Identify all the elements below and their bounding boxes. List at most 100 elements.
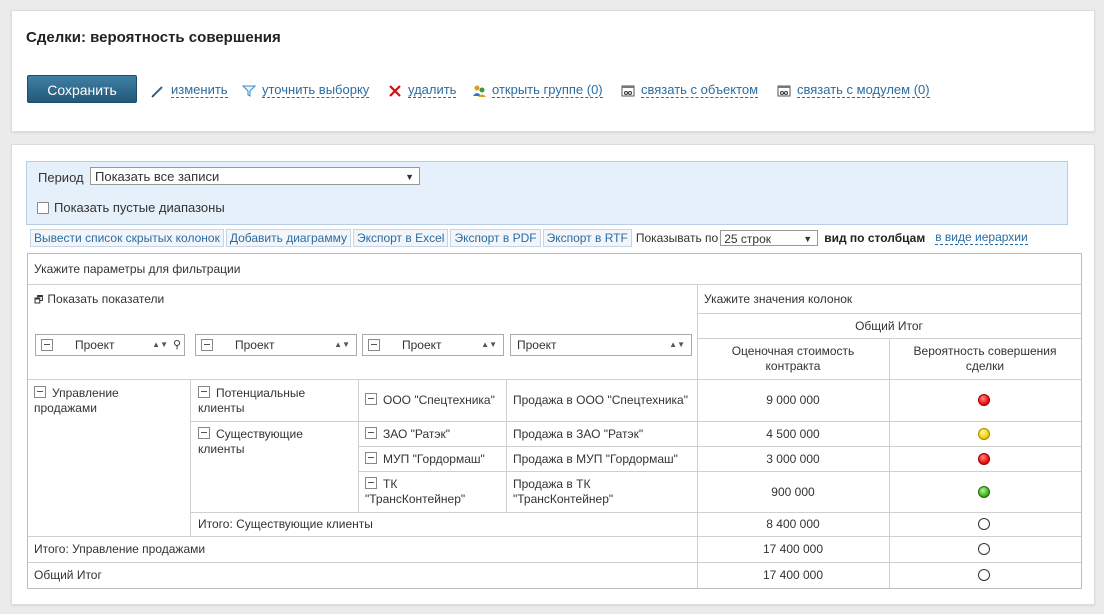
show-indicators-link[interactable]: 🗗 Показать показатели <box>34 292 164 308</box>
page-title: Сделки: вероятность совершения <box>26 29 281 46</box>
dimension-header-label: Проект <box>235 338 275 352</box>
collapse-icon[interactable] <box>365 477 377 489</box>
refine-selection-link[interactable]: уточнить выборку <box>242 82 370 98</box>
pencil-icon <box>151 85 163 98</box>
export-rtf-button[interactable]: Экспорт в RTF <box>542 229 632 247</box>
rows-per-page-select[interactable]: 25 строк ▼ <box>720 230 819 246</box>
org-label: ООО "Спецтехника" <box>383 393 495 407</box>
show-indicators-label: Показать показатели <box>47 292 165 306</box>
status-empty-icon <box>978 543 990 555</box>
show-empty-ranges-checkbox[interactable]: Показать пустые диапазоны <box>37 200 225 215</box>
indicators-icon: 🗗 <box>34 295 44 306</box>
column-values-hint: Укажите значения колонок <box>704 292 853 306</box>
users-icon <box>473 85 486 97</box>
report-panel: Период Показать все записи ▼ Показать пу… <box>11 144 1095 605</box>
column-header-probability: Вероятность совершения сделки <box>913 344 1057 373</box>
delete-label: удалить <box>408 82 457 98</box>
subtotal-existing-label: Итого: Существующие клиенты <box>198 517 373 531</box>
org-label: ЗАО "Ратэк" <box>383 427 451 441</box>
sort-icon[interactable]: ▲▼ <box>481 335 497 355</box>
subtotal-existing-cost: 8 400 000 <box>766 517 820 531</box>
edit-link[interactable]: изменить <box>151 83 228 98</box>
subtotal-sales-label: Итого: Управление продажами <box>34 542 206 556</box>
table-row-deal: Продажа в МУП "Гордормаш" <box>513 452 678 466</box>
open-group-label: открыть группе (0) <box>492 82 603 98</box>
dimension-header-project-2[interactable]: Проект ▲▼ <box>195 334 357 356</box>
sort-icon[interactable]: ▲▼ <box>152 335 168 355</box>
dimension-header-label: Проект <box>517 338 557 352</box>
table-row-org[interactable]: ООО "Спецтехника" <box>365 393 505 408</box>
edit-link-label: изменить <box>171 82 228 98</box>
filter-hint: Укажите параметры для фильтрации <box>34 262 241 276</box>
group-existing-clients[interactable]: Существующие клиенты <box>198 427 348 457</box>
collapse-icon[interactable] <box>198 386 210 398</box>
status-red-icon <box>978 453 990 465</box>
link-object-label: связать с объектом <box>641 82 759 98</box>
link-module-icon <box>777 85 791 96</box>
table-row-org[interactable]: ЗАО "Ратэк" <box>365 427 505 442</box>
collapse-icon[interactable] <box>198 427 210 439</box>
org-label: ТК "ТрансКонтейнер" <box>365 477 466 506</box>
rows-per-page-label: Показывать по <box>635 231 719 245</box>
grand-total-cost: 17 400 000 <box>762 568 824 582</box>
org-label: МУП "Гордормаш" <box>383 452 485 466</box>
export-excel-button[interactable]: Экспорт в Excel <box>352 229 449 247</box>
report-actions-bar: Вывести список скрытых колонок Добавить … <box>30 229 1028 247</box>
collapse-icon[interactable] <box>368 339 380 351</box>
view-columns-label: вид по столбцам <box>824 231 926 245</box>
status-green-icon <box>978 486 990 498</box>
dropdown-arrow-icon: ▼ <box>405 172 414 182</box>
refine-selection-label: уточнить выборку <box>262 82 370 98</box>
collapse-icon[interactable] <box>365 452 377 464</box>
status-yellow-icon <box>978 428 990 440</box>
cost-value: 3 000 000 <box>766 452 820 466</box>
hidden-columns-button[interactable]: Вывести список скрытых колонок <box>30 229 224 247</box>
header-panel: Сделки: вероятность совершения Сохранить… <box>11 10 1095 132</box>
delete-link[interactable]: удалить <box>388 82 457 98</box>
show-empty-ranges-label: Показать пустые диапазоны <box>54 200 225 215</box>
cost-value: 900 000 <box>771 485 815 499</box>
group-label: Существующие клиенты <box>198 427 303 456</box>
delete-icon <box>389 84 401 97</box>
collapse-icon[interactable] <box>41 339 53 351</box>
group-potential-clients[interactable]: Потенциальные клиенты <box>198 386 348 416</box>
group-label: Управление продажами <box>34 386 119 415</box>
save-button[interactable]: Сохранить <box>27 75 137 103</box>
grand-total-label: Общий Итог <box>34 568 102 582</box>
status-red-icon <box>978 394 990 406</box>
collapse-icon[interactable] <box>365 427 377 439</box>
period-select[interactable]: Показать все записи ▼ <box>90 167 420 185</box>
sort-icon[interactable]: ▲▼ <box>334 335 350 355</box>
table-row-deal: Продажа в ООО "Спецтехника" <box>513 393 688 407</box>
dimension-header-project-3[interactable]: Проект ▲▼ <box>362 334 504 356</box>
pin-icon[interactable]: ⚲ <box>173 335 181 355</box>
collapse-icon[interactable] <box>201 339 213 351</box>
add-chart-button[interactable]: Добавить диаграмму <box>225 229 351 247</box>
dimension-header-project-1[interactable]: Проект ▲▼ ⚲ <box>35 334 185 356</box>
link-object-link[interactable]: связать с объектом <box>621 82 759 98</box>
pivot-table: Укажите параметры для фильтрации 🗗 Показа… <box>27 253 1082 589</box>
cost-value: 4 500 000 <box>766 427 820 441</box>
collapse-icon[interactable] <box>34 386 46 398</box>
status-empty-icon <box>978 569 990 581</box>
dimension-header-project-4[interactable]: Проект ▲▼ <box>510 334 692 356</box>
sort-icon[interactable]: ▲▼ <box>669 335 685 355</box>
table-row-org[interactable]: ТК "ТрансКонтейнер" <box>365 477 485 507</box>
checkbox-box[interactable] <box>37 201 49 214</box>
rows-per-page-value: 25 строк <box>724 232 771 246</box>
open-group-link[interactable]: открыть группе (0) <box>472 83 603 98</box>
link-object-icon <box>621 85 635 96</box>
group-sales-management[interactable]: Управление продажами <box>34 386 184 416</box>
table-row-org[interactable]: МУП "Гордормаш" <box>365 452 505 467</box>
grand-total-header: Общий Итог <box>855 319 923 333</box>
dimension-header-label: Проект <box>402 338 442 352</box>
filter-icon <box>242 85 256 97</box>
link-module-label: связать с модулем (0) <box>797 82 930 98</box>
view-hierarchy-link[interactable]: в виде иерархии <box>935 231 1028 245</box>
table-row-deal: Продажа в ТК "ТрансКонтейнер" <box>513 477 614 506</box>
period-value: Показать все записи <box>95 169 220 184</box>
export-pdf-button[interactable]: Экспорт в PDF <box>450 229 541 247</box>
collapse-icon[interactable] <box>365 393 377 405</box>
period-label: Период <box>38 170 84 185</box>
link-module-link[interactable]: связать с модулем (0) <box>777 83 930 98</box>
